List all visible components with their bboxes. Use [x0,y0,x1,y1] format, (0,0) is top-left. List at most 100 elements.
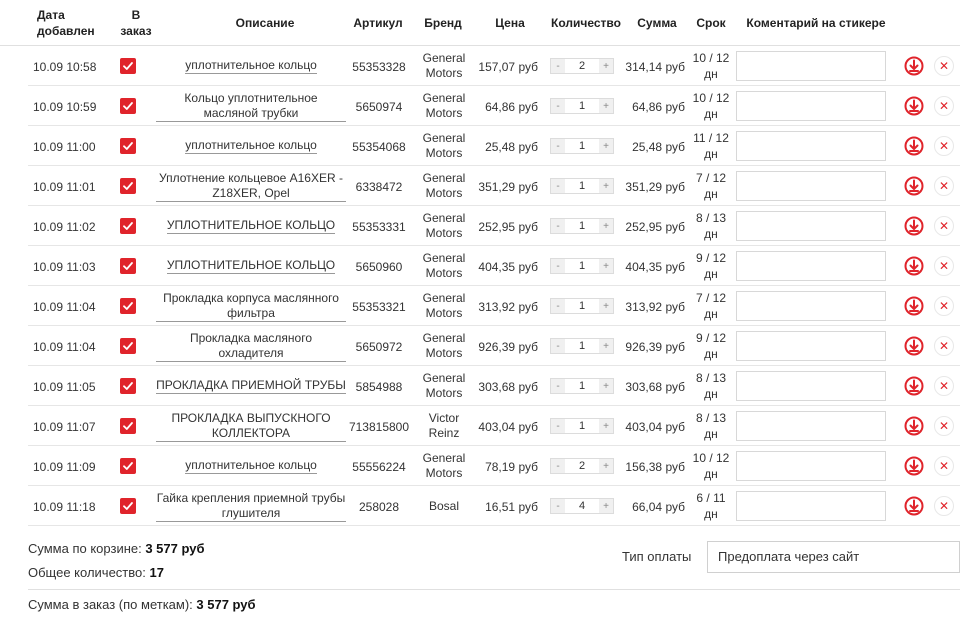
qty-input[interactable]: 2 [565,60,599,72]
download-icon[interactable] [904,216,924,236]
row-description-link[interactable]: Кольцо уплотнительное масляной трубки [156,91,346,122]
qty-minus-button[interactable]: - [551,419,565,433]
qty-input[interactable]: 4 [565,500,599,512]
qty-minus-button[interactable]: - [551,259,565,273]
qty-minus-button[interactable]: - [551,99,565,113]
in-order-checkbox[interactable] [120,58,136,74]
in-order-checkbox[interactable] [120,338,136,354]
qty-plus-button[interactable]: + [599,339,613,353]
qty-plus-button[interactable]: + [599,219,613,233]
download-icon[interactable] [904,136,924,156]
sticker-comment-input[interactable] [736,451,886,481]
download-icon[interactable] [904,296,924,316]
qty-plus-button[interactable]: + [599,419,613,433]
row-description-link[interactable]: уплотнительное кольцо [185,138,317,154]
in-order-checkbox[interactable] [120,178,136,194]
qty-minus-button[interactable]: - [551,339,565,353]
in-order-checkbox[interactable] [120,418,136,434]
qty-plus-button[interactable]: + [599,99,613,113]
row-description[interactable]: ПРОКЛАДКА ПРИЕМНОЙ ТРУБЫ [156,370,346,402]
row-description-link[interactable]: Гайка крепления приемной трубы глушителя [156,491,346,522]
in-order-checkbox[interactable] [120,498,136,514]
qty-minus-button[interactable]: - [551,179,565,193]
qty-input[interactable]: 1 [565,180,599,192]
sticker-comment-input[interactable] [736,371,886,401]
qty-minus-button[interactable]: - [551,379,565,393]
qty-plus-button[interactable]: + [599,139,613,153]
in-order-checkbox[interactable] [120,218,136,234]
row-description-link[interactable]: Уплотнение кольцевое A16XER - Z18XER, Op… [156,171,346,202]
qty-minus-button[interactable]: - [551,219,565,233]
sticker-comment-input[interactable] [736,291,886,321]
delete-button[interactable]: ✕ [934,56,954,76]
download-icon[interactable] [904,256,924,276]
row-description[interactable]: Гайка крепления приемной трубы глушителя [156,490,346,522]
qty-input[interactable]: 1 [565,340,599,352]
qty-input[interactable]: 1 [565,260,599,272]
row-description[interactable]: уплотнительное кольцо [156,130,346,162]
delete-button[interactable]: ✕ [934,496,954,516]
delete-button[interactable]: ✕ [934,456,954,476]
in-order-checkbox[interactable] [120,378,136,394]
row-description-link[interactable]: УПЛОТНИТЕЛЬНОЕ КОЛЬЦО [166,218,336,234]
delete-button[interactable]: ✕ [934,96,954,116]
qty-plus-button[interactable]: + [599,59,613,73]
payment-type-select[interactable]: Предоплата через сайт [707,541,960,573]
qty-plus-button[interactable]: + [599,499,613,513]
qty-minus-button[interactable]: - [551,299,565,313]
download-icon[interactable] [904,176,924,196]
in-order-checkbox[interactable] [120,138,136,154]
qty-input[interactable]: 1 [565,140,599,152]
qty-input[interactable]: 1 [565,380,599,392]
row-description[interactable]: Прокладка корпуса маслянного фильтра [156,290,346,322]
row-description[interactable]: Уплотнение кольцевое A16XER - Z18XER, Op… [156,170,346,202]
sticker-comment-input[interactable] [736,171,886,201]
row-description[interactable]: уплотнительное кольцо [156,50,346,82]
download-icon[interactable] [904,56,924,76]
sticker-comment-input[interactable] [736,491,886,521]
row-description-link[interactable]: уплотнительное кольцо [185,58,317,74]
delete-button[interactable]: ✕ [934,176,954,196]
row-description-link[interactable]: уплотнительное кольцо [185,458,317,474]
qty-input[interactable]: 2 [565,460,599,472]
delete-button[interactable]: ✕ [934,336,954,356]
qty-plus-button[interactable]: + [599,179,613,193]
in-order-checkbox[interactable] [120,258,136,274]
qty-input[interactable]: 1 [565,220,599,232]
download-icon[interactable] [904,96,924,116]
qty-minus-button[interactable]: - [551,459,565,473]
delete-button[interactable]: ✕ [934,136,954,156]
sticker-comment-input[interactable] [736,211,886,241]
download-icon[interactable] [904,336,924,356]
row-description-link[interactable]: ПРОКЛАДКА ПРИЕМНОЙ ТРУБЫ [156,378,346,394]
delete-button[interactable]: ✕ [934,296,954,316]
delete-button[interactable]: ✕ [934,256,954,276]
row-description[interactable]: ПРОКЛАДКА ВЫПУСКНОГО КОЛЛЕКТОРА [156,410,346,442]
sticker-comment-input[interactable] [736,91,886,121]
row-description-link[interactable]: Прокладка масляного охладителя [156,331,346,362]
qty-minus-button[interactable]: - [551,59,565,73]
qty-plus-button[interactable]: + [599,459,613,473]
sticker-comment-input[interactable] [736,411,886,441]
row-description[interactable]: Прокладка масляного охладителя [156,330,346,362]
row-description-link[interactable]: ПРОКЛАДКА ВЫПУСКНОГО КОЛЛЕКТОРА [156,411,346,442]
row-description[interactable]: УПЛОТНИТЕЛЬНОЕ КОЛЬЦО [156,250,346,282]
qty-input[interactable]: 1 [565,300,599,312]
qty-plus-button[interactable]: + [599,299,613,313]
sticker-comment-input[interactable] [736,131,886,161]
download-icon[interactable] [904,456,924,476]
delete-button[interactable]: ✕ [934,376,954,396]
row-description[interactable]: уплотнительное кольцо [156,450,346,482]
qty-plus-button[interactable]: + [599,259,613,273]
qty-minus-button[interactable]: - [551,499,565,513]
download-icon[interactable] [904,376,924,396]
delete-button[interactable]: ✕ [934,216,954,236]
in-order-checkbox[interactable] [120,98,136,114]
qty-plus-button[interactable]: + [599,379,613,393]
sticker-comment-input[interactable] [736,51,886,81]
row-description[interactable]: УПЛОТНИТЕЛЬНОЕ КОЛЬЦО [156,210,346,242]
download-icon[interactable] [904,416,924,436]
sticker-comment-input[interactable] [736,331,886,361]
row-description-link[interactable]: Прокладка корпуса маслянного фильтра [156,291,346,322]
qty-minus-button[interactable]: - [551,139,565,153]
